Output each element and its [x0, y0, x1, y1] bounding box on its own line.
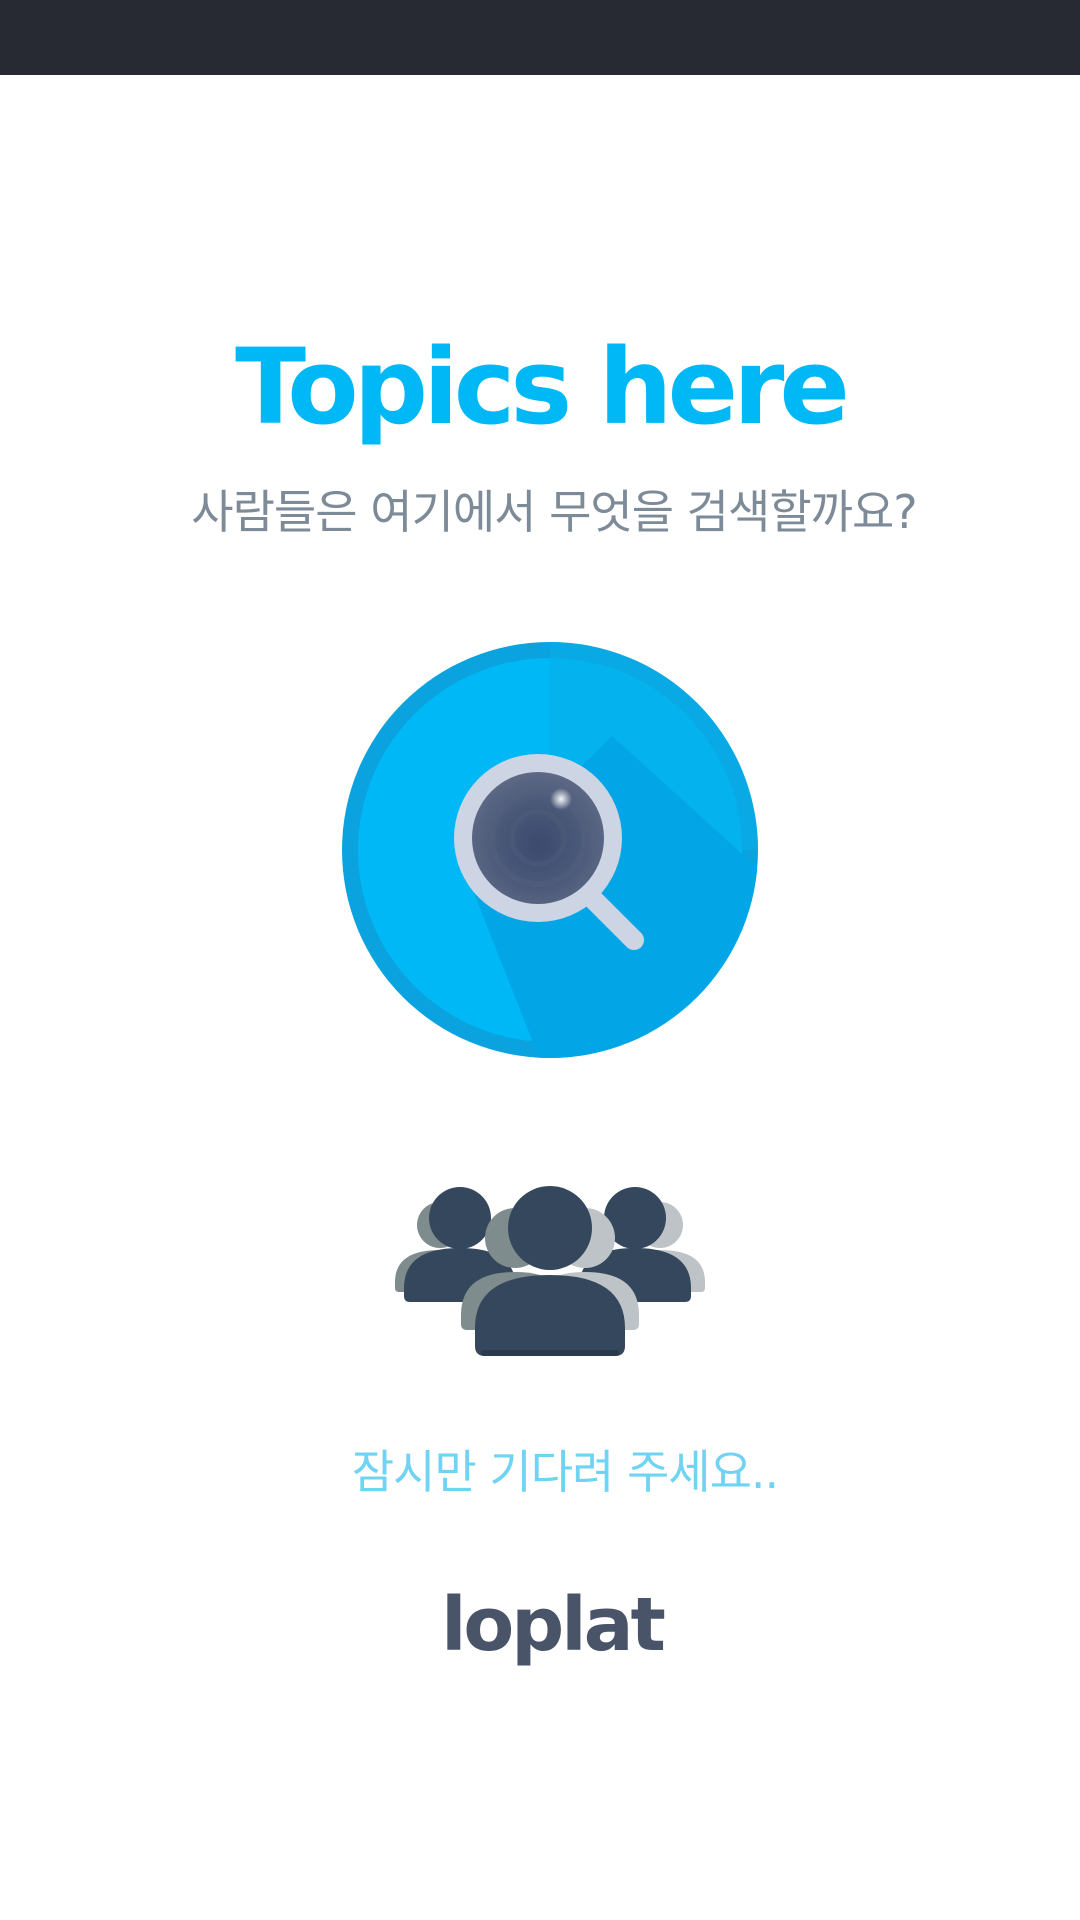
people-group-icon: [395, 1186, 705, 1356]
page-subtitle: 사람들은 여기에서 무엇을 검색할까요?: [191, 485, 917, 539]
page-title: Topics here: [235, 326, 850, 448]
splash-screen: Topics here 사람들은 여기에서 무엇을 검색할까요? 잠시만 기다려…: [0, 0, 1080, 1920]
loading-message: 잠시만 기다려 주세요..: [351, 1445, 779, 1499]
magnifying-glass-icon: [342, 642, 758, 1058]
status-bar: [0, 0, 1080, 75]
brand-logo-text: loplat: [441, 1582, 666, 1668]
lens-glint: [550, 788, 572, 810]
